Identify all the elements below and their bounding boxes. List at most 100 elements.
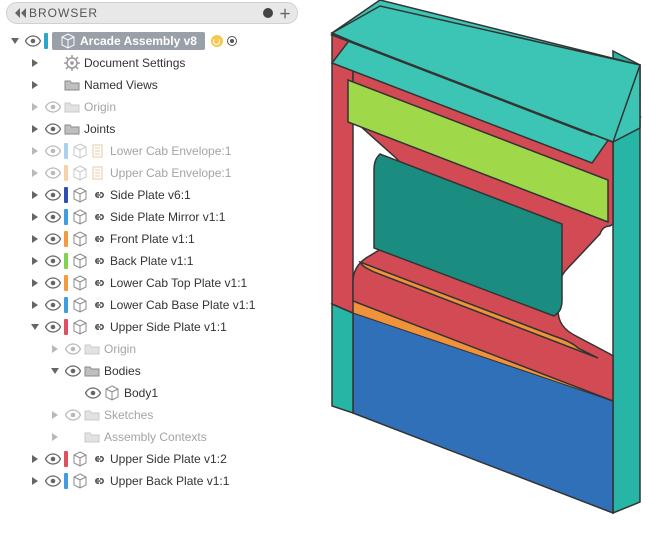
link-icon [90,297,106,313]
expand-arrow-icon[interactable] [30,190,40,200]
tree-item[interactable]: Named Views [4,74,300,96]
visibility-icon[interactable] [44,254,62,268]
tree-item-label: Upper Side Plate v1:1 [106,320,227,334]
expand-arrow-icon[interactable] [30,454,40,464]
tree-item[interactable]: Upper Back Plate v1:1 [4,470,300,492]
expand-arrow-icon[interactable] [30,300,40,310]
tree-item[interactable]: Origin [4,338,300,360]
body-icon [104,385,120,401]
tree-item-label: Lower Cab Top Plate v1:1 [106,276,247,290]
tree-item[interactable]: Side Plate v6:1 [4,184,300,206]
tree-item[interactable]: Upper Side Plate v1:2 [4,448,300,470]
visibility-icon[interactable] [84,386,102,400]
link-icon [90,451,106,467]
tree-item[interactable]: Body1 [4,382,300,404]
link-icon [90,275,106,291]
box-icon [72,143,88,159]
tree-item-label: Body1 [120,386,158,400]
minimize-icon[interactable] [263,8,273,18]
expand-arrow-icon[interactable] [50,410,60,420]
tree-item[interactable]: Document Settings [4,52,300,74]
expand-arrow-icon[interactable] [50,432,60,442]
tree-item[interactable]: Upper Side Plate v1:1 [4,316,300,338]
sheet-icon [90,143,106,159]
visibility-icon[interactable] [44,276,62,290]
tree-item[interactable]: Lower Cab Top Plate v1:1 [4,272,300,294]
expand-arrow-icon[interactable] [30,124,40,134]
tree-item[interactable]: Back Plate v1:1 [4,250,300,272]
tree-root[interactable]: Arcade Assembly v8 [4,30,300,52]
tree-item-label: Back Plate v1:1 [106,254,193,268]
visibility-icon[interactable] [44,166,62,180]
visibility-icon[interactable] [64,364,82,378]
expand-icon[interactable]: ＋ [279,5,291,22]
expand-arrow-icon[interactable] [30,256,40,266]
activate-radio-icon[interactable] [227,36,237,46]
visibility-icon[interactable] [64,408,82,422]
box-icon [72,187,88,203]
box-icon [72,319,88,335]
folder-icon [84,341,100,357]
tree-item-label: Named Views [80,78,158,92]
tree-item[interactable]: Side Plate Mirror v1:1 [4,206,300,228]
color-bar [64,187,68,203]
expand-arrow-icon[interactable] [30,234,40,244]
visibility-icon[interactable] [44,474,62,488]
tree-item[interactable]: Bodies [4,360,300,382]
expand-arrow-icon[interactable] [30,80,40,90]
tree-item-label: Front Plate v1:1 [106,232,195,246]
root-component[interactable]: Arcade Assembly v8 [52,32,205,50]
expand-arrow-icon[interactable] [50,366,60,376]
expand-arrow-icon[interactable] [30,102,40,112]
visibility-icon[interactable] [44,320,62,334]
tree-item[interactable]: Assembly Contexts [4,426,300,448]
box-icon [72,209,88,225]
visibility-icon[interactable] [64,342,82,356]
tree-item[interactable]: Joints [4,118,300,140]
browser-panel: BROWSER ＋ Arcade Assembly v8 Document Set… [0,0,304,536]
visibility-icon[interactable] [44,144,62,158]
tree-item-label: Sketches [100,408,153,422]
expand-arrow-icon[interactable] [30,212,40,222]
component-icon [60,33,76,49]
tree-item[interactable]: Lower Cab Base Plate v1:1 [4,294,300,316]
panel-title: BROWSER [29,6,98,20]
expand-arrow-icon[interactable] [30,278,40,288]
visibility-icon[interactable] [24,34,42,48]
tree-item-label: Lower Cab Envelope:1 [106,144,231,158]
expand-arrow-icon[interactable] [10,36,20,46]
expand-arrow-icon[interactable] [30,168,40,178]
tree-item-label: Upper Side Plate v1:2 [106,452,227,466]
link-icon [90,473,106,489]
expand-arrow-icon[interactable] [30,476,40,486]
visibility-icon[interactable] [44,210,62,224]
tree-item[interactable]: Sketches [4,404,300,426]
link-icon [90,253,106,269]
collapse-left-icon[interactable] [13,5,29,21]
folder-icon [84,429,100,445]
tree-item[interactable]: Lower Cab Envelope:1 [4,140,300,162]
expand-arrow-icon[interactable] [30,146,40,156]
tree-item-label: Assembly Contexts [100,430,207,444]
visibility-icon[interactable] [44,100,62,114]
tree-item-label: Side Plate v6:1 [106,188,191,202]
visibility-icon[interactable] [44,188,62,202]
expand-arrow-icon[interactable] [30,58,40,68]
color-bar [64,275,68,291]
tree-item[interactable]: Front Plate v1:1 [4,228,300,250]
update-badge-icon[interactable] [211,35,223,47]
tree-item[interactable]: Upper Cab Envelope:1 [4,162,300,184]
visibility-icon[interactable] [44,298,62,312]
color-bar [64,473,68,489]
expand-arrow-icon[interactable] [50,344,60,354]
visibility-icon[interactable] [44,232,62,246]
tree-item[interactable]: Origin [4,96,300,118]
viewport-3d[interactable] [310,0,656,536]
tree-item-label: Origin [100,342,136,356]
panel-header[interactable]: BROWSER ＋ [6,2,298,24]
box-icon [72,253,88,269]
visibility-icon[interactable] [44,122,62,136]
expand-arrow-icon[interactable] [30,322,40,332]
visibility-icon[interactable] [44,452,62,466]
folder-icon [64,77,80,93]
